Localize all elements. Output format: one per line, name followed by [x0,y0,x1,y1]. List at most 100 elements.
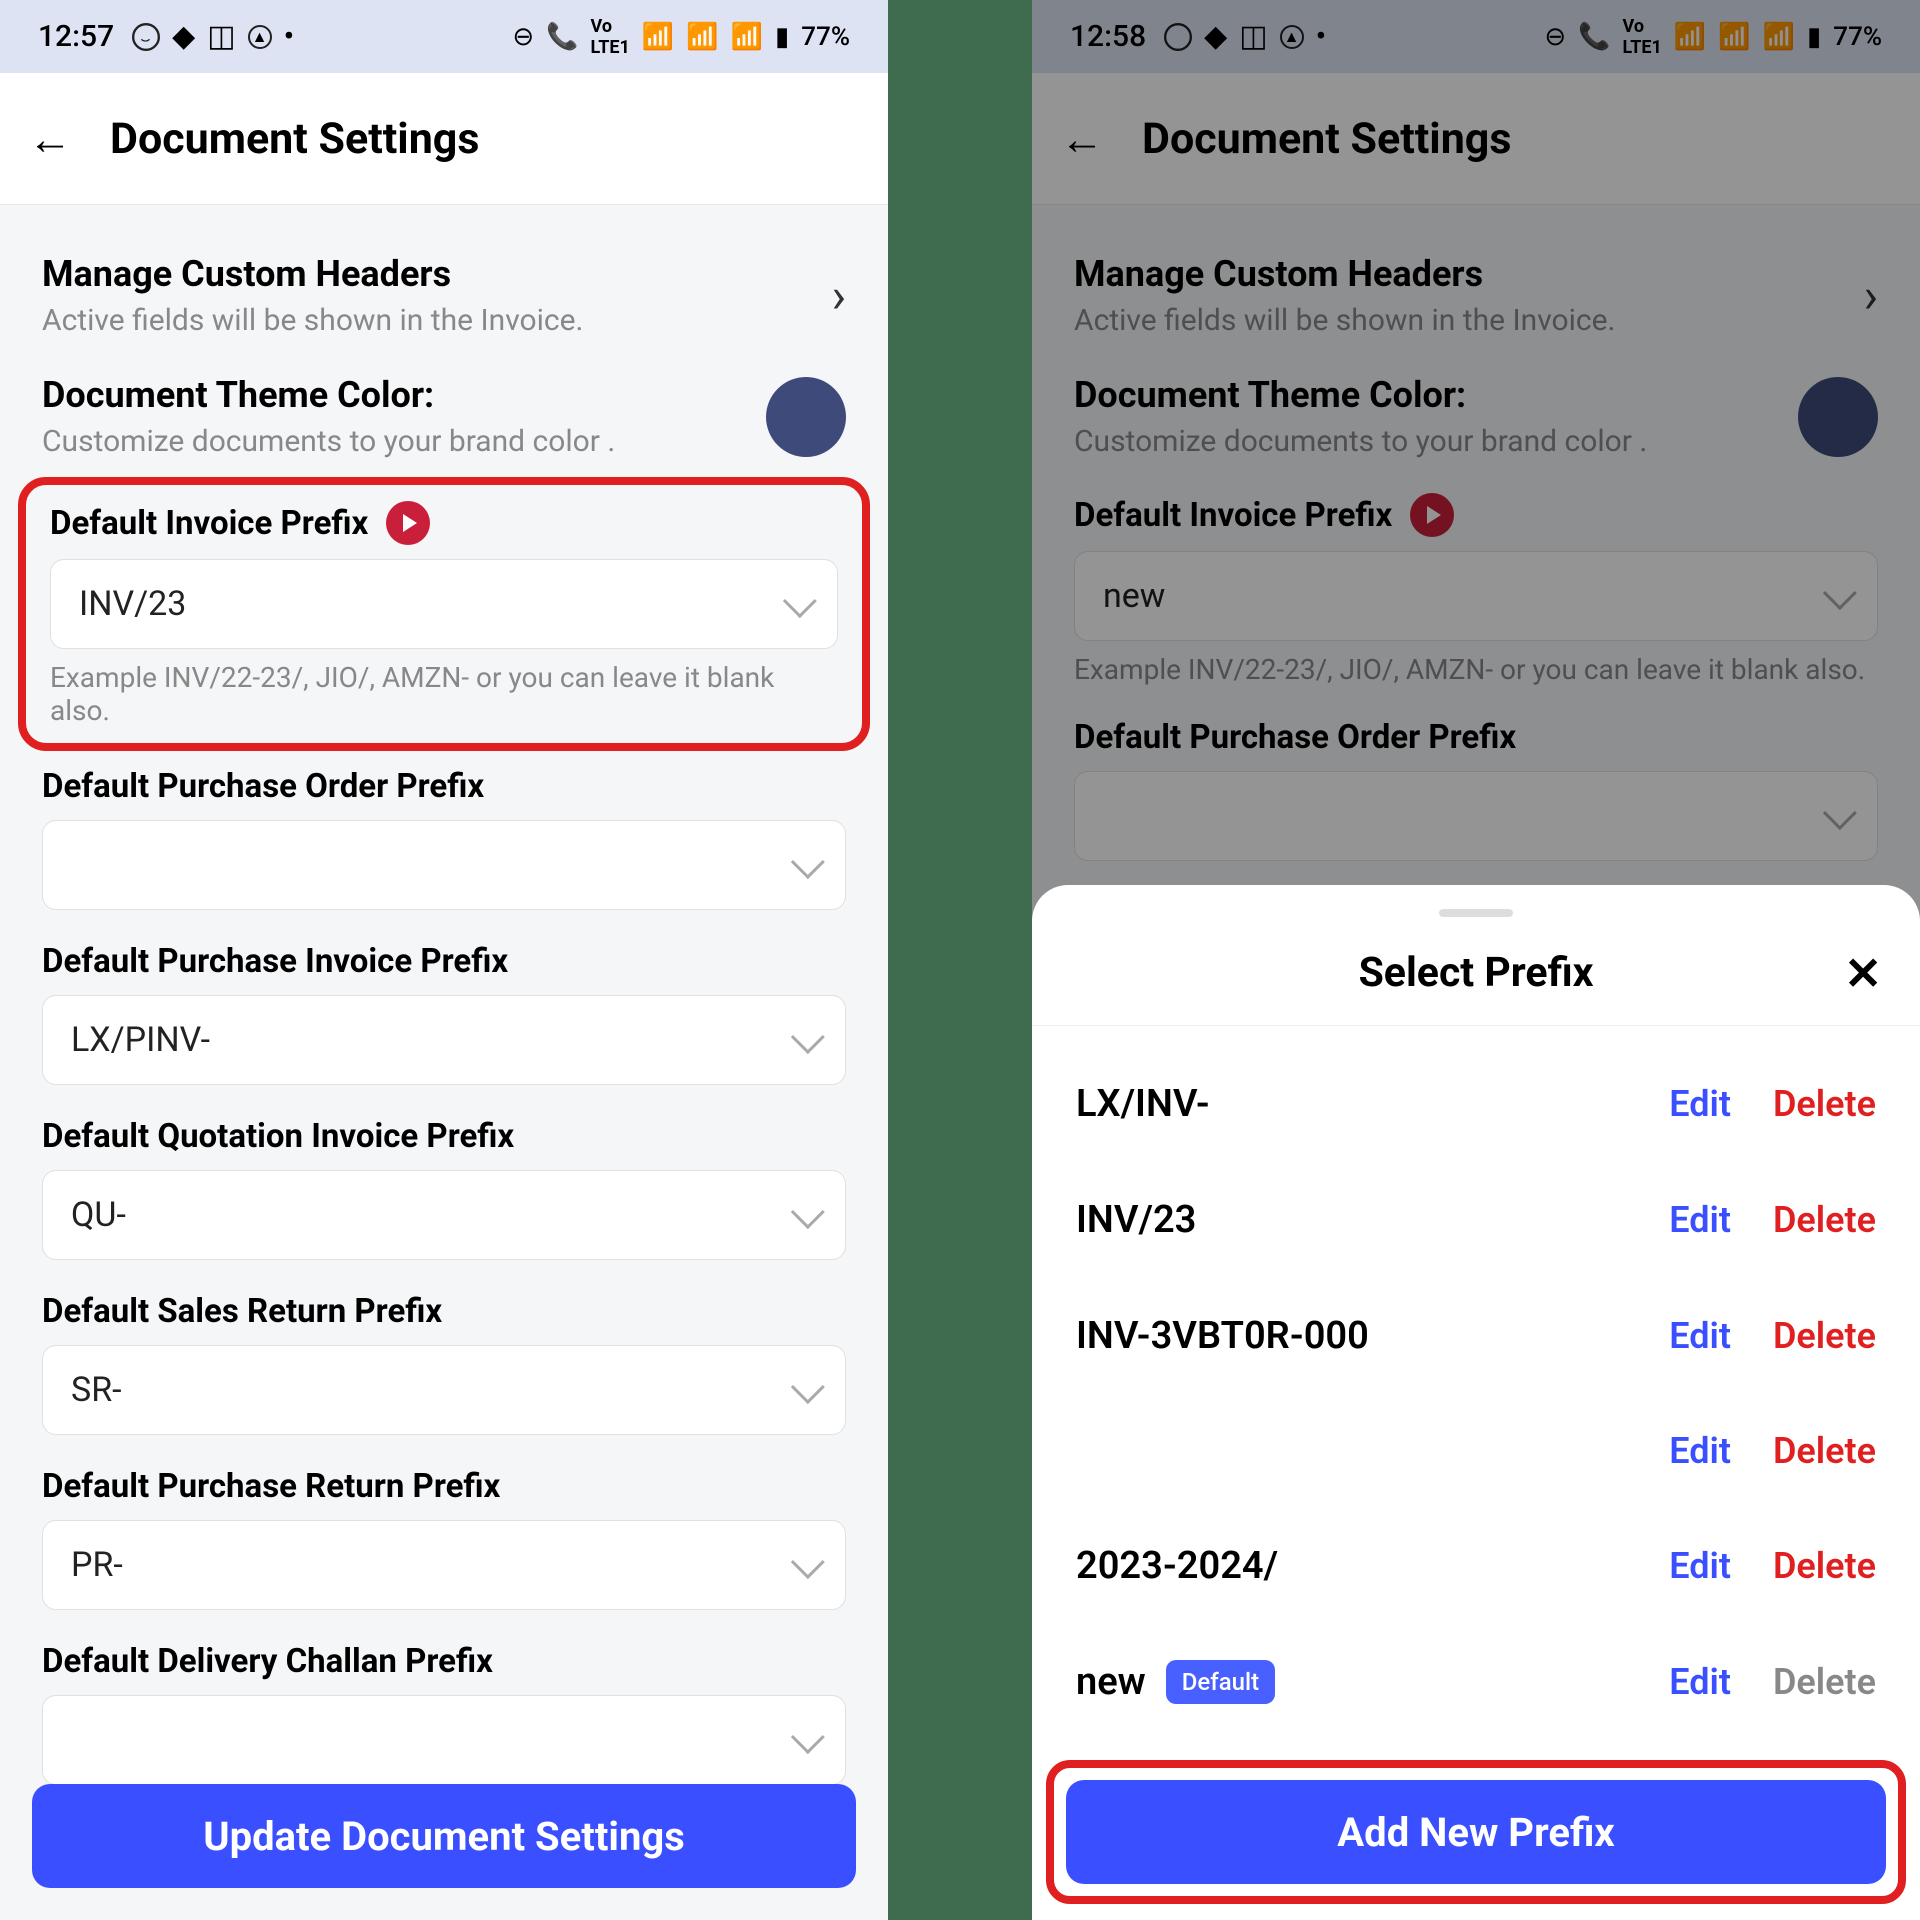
chevron-down-icon [791,1370,825,1404]
delete-button[interactable]: Delete [1773,1199,1876,1241]
prefix-option-row[interactable]: INV/23Edit Delete [1032,1162,1920,1278]
status-right-icons: ⊖ 📞 VoLTE1 📶 📶 📶 ▮ 77% [512,16,850,58]
prefix-value: LX/PINV- [71,1020,210,1060]
signal1-icon: 📶 [686,22,718,52]
prefix-option-row[interactable]: LX/INV-Edit Delete [1032,1046,1920,1162]
prefix-option-name: INV/23 [1076,1198,1669,1242]
prefix-label: Default Delivery Challan Prefix [42,1642,493,1681]
prefix-option-name: newDefault [1076,1660,1669,1704]
sheet-handle[interactable] [1439,909,1513,917]
prefix-label: Default Purchase Invoice Prefix [42,942,508,981]
select-prefix-sheet: Select Prefix ✕ LX/INV-EditDeleteINV/23E… [1032,885,1920,1920]
status-notification-icons: ◆ ◫ ▲ • [132,19,294,54]
whatsapp-icon [132,23,160,51]
prefix-select[interactable] [42,1695,846,1785]
status-time: 12:57 [38,19,114,54]
delete-button: Delete [1773,1661,1876,1703]
edit-button[interactable]: Edit [1669,1315,1731,1357]
prefix-select[interactable]: QU- [42,1170,846,1260]
prefix-label: Default Invoice Prefix [50,504,368,543]
chevron-right-icon: › [832,267,846,324]
manage-headers-row[interactable]: Manage Custom Headers Active fields will… [0,235,888,356]
delete-button[interactable]: Delete [1773,1315,1876,1357]
prefix-block: Default Purchase Return Prefix PR- [0,1451,888,1626]
prefix-value: QU- [71,1195,126,1235]
phone-right: 12:58 ◆ ◫ ▲ • ⊖ 📞 VoLTE1 📶 📶 📶 ▮ 77% ← D… [1032,0,1920,1920]
wifi-icon: 📶 [642,22,674,52]
stack-icon: ◫ [207,19,235,54]
dot2-icon: • [284,19,295,54]
call-icon: 📞 [546,22,578,52]
phone-left: 12:57 ◆ ◫ ▲ • ⊖ 📞 VoLTE1 📶 📶 📶 ▮ 77% ← D… [0,0,888,1920]
page-title: Document Settings [110,114,479,164]
prefix-select[interactable]: SR- [42,1345,846,1435]
sheet-header: Select Prefix ✕ [1032,937,1920,1026]
add-prefix-button-wrap: Add New Prefix [1046,1760,1906,1904]
battery-text: 77% [801,22,850,52]
back-icon[interactable]: ← [28,113,72,165]
prefix-option-name: LX/INV- [1076,1082,1669,1126]
add-prefix-button[interactable]: Add New Prefix [1066,1780,1886,1884]
theme-color-row[interactable]: Document Theme Color: Customize document… [0,356,888,477]
prefix-option-name: 2023-2024/ [1076,1544,1669,1588]
chevron-down-icon [791,1720,825,1754]
update-button-wrap: Update Document Settings [32,1784,856,1888]
prefix-block: Default Quotation Invoice Prefix QU- [0,1101,888,1276]
header: ← Document Settings [0,73,888,205]
prefix-example-text: Example INV/22-23/, JIO/, AMZN- or you c… [50,661,838,727]
prefix-label: Default Purchase Return Prefix [42,1467,500,1506]
edit-button[interactable]: Edit [1669,1661,1731,1703]
prefix-option-row[interactable]: INV-3VBT0R-000Edit Delete [1032,1278,1920,1394]
prefix-value: INV/23 [79,584,186,624]
play-help-icon[interactable] [386,501,430,545]
edit-button[interactable]: Edit [1669,1545,1731,1587]
prefix-block: Default Invoice Prefix INV/23 Example INV/… [18,477,870,751]
lte-icon: VoLTE1 [591,16,630,58]
chevron-down-icon [791,1195,825,1229]
status-bar: 12:57 ◆ ◫ ▲ • ⊖ 📞 VoLTE1 📶 📶 📶 ▮ 77% [0,0,888,73]
delete-button[interactable]: Delete [1773,1083,1876,1125]
delete-button[interactable]: Delete [1773,1545,1876,1587]
prefix-block: Default Purchase Order Prefix [0,751,888,926]
dot-icon: ◆ [172,19,195,54]
prefix-select[interactable]: PR- [42,1520,846,1610]
theme-color-swatch[interactable] [766,377,846,457]
prefix-label: Default Purchase Order Prefix [42,767,484,806]
prefix-block: Default Delivery Challan Prefix [0,1626,888,1801]
prefix-block: Default Purchase Invoice Prefix LX/PINV- [0,926,888,1101]
delete-button[interactable]: Delete [1773,1430,1876,1472]
prefix-label: Default Quotation Invoice Prefix [42,1117,514,1156]
edit-button[interactable]: Edit [1669,1430,1731,1472]
battery-icon: ▮ [775,22,789,52]
edit-button[interactable]: Edit [1669,1199,1731,1241]
prefix-select[interactable]: INV/23 [50,559,838,649]
update-button[interactable]: Update Document Settings [32,1784,856,1888]
prefix-label: Default Sales Return Prefix [42,1292,442,1331]
prefix-select[interactable]: LX/PINV- [42,995,846,1085]
triangle-icon: ▲ [248,25,272,49]
theme-title: Document Theme Color: [42,374,766,416]
prefix-option-row[interactable]: Edit Delete [1032,1394,1920,1508]
prefix-option-name: INV-3VBT0R-000 [1076,1314,1669,1358]
close-icon[interactable]: ✕ [1844,947,1882,1000]
prefix-option-row[interactable]: newDefaultEdit Delete [1032,1624,1920,1740]
chevron-down-icon [791,1020,825,1054]
prefix-value: SR- [71,1370,122,1410]
signal2-icon: 📶 [731,22,763,52]
edit-button[interactable]: Edit [1669,1083,1731,1125]
chevron-down-icon [783,584,817,618]
dnd-icon: ⊖ [512,22,534,52]
theme-sub: Customize documents to your brand color … [42,424,766,459]
sheet-list: LX/INV-EditDeleteINV/23EditDeleteINV-3VB… [1032,1026,1920,1760]
manage-headers-title: Manage Custom Headers [42,253,832,295]
manage-headers-sub: Active fields will be shown in the Invoi… [42,303,832,338]
prefix-option-row[interactable]: 2023-2024/Edit Delete [1032,1508,1920,1624]
prefix-value: PR- [71,1545,123,1585]
default-badge: Default [1166,1660,1275,1704]
chevron-down-icon [791,845,825,879]
sheet-title: Select Prefix [1359,949,1594,997]
prefix-block: Default Sales Return Prefix SR- [0,1276,888,1451]
content: Manage Custom Headers Active fields will… [0,205,888,1920]
prefix-select[interactable] [42,820,846,910]
chevron-down-icon [791,1545,825,1579]
